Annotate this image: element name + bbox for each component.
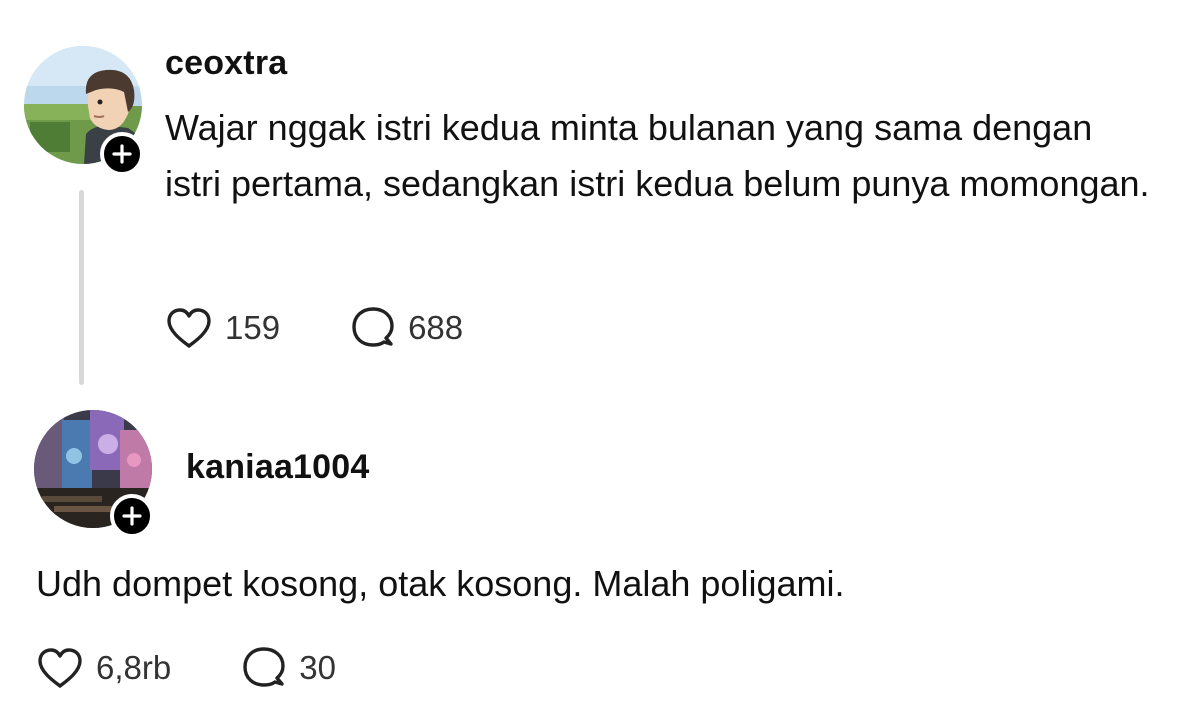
like-count: 159: [225, 309, 281, 346]
avatar-kaniaa1004-wrap[interactable]: [34, 410, 154, 538]
reply-count: 688: [408, 309, 464, 346]
heart-icon: [36, 647, 84, 689]
like-count: 6,8rb: [96, 649, 172, 686]
plus-icon: [122, 506, 142, 526]
plus-icon: [112, 144, 132, 164]
like-button[interactable]: 159: [165, 307, 280, 349]
comment-bubble-icon: [350, 306, 396, 350]
reply-button[interactable]: 688: [350, 306, 463, 350]
post-text: Wajar nggak istri kedua minta bulanan ya…: [165, 107, 1150, 204]
like-button[interactable]: 6,8rb: [36, 647, 171, 689]
heart-icon: [165, 307, 213, 349]
username[interactable]: kaniaa1004: [186, 448, 370, 487]
comment-bubble-icon: [241, 646, 287, 690]
follow-button[interactable]: [100, 132, 144, 176]
threads-feed: ceoxtra Wajar nggak istri kedua minta bu…: [0, 0, 1200, 725]
post-text: Udh dompet kosong, otak kosong. Malah po…: [36, 563, 845, 604]
username[interactable]: ceoxtra: [165, 44, 287, 83]
post-actions: 159 688: [165, 306, 533, 350]
reply-count: 30: [299, 649, 336, 686]
avatar-ceoxtra-wrap[interactable]: [24, 46, 144, 176]
reply-button[interactable]: 30: [241, 646, 336, 690]
follow-button[interactable]: [110, 494, 154, 538]
post-actions: 6,8rb 30: [36, 646, 406, 690]
thread-connector-line: [79, 190, 84, 385]
